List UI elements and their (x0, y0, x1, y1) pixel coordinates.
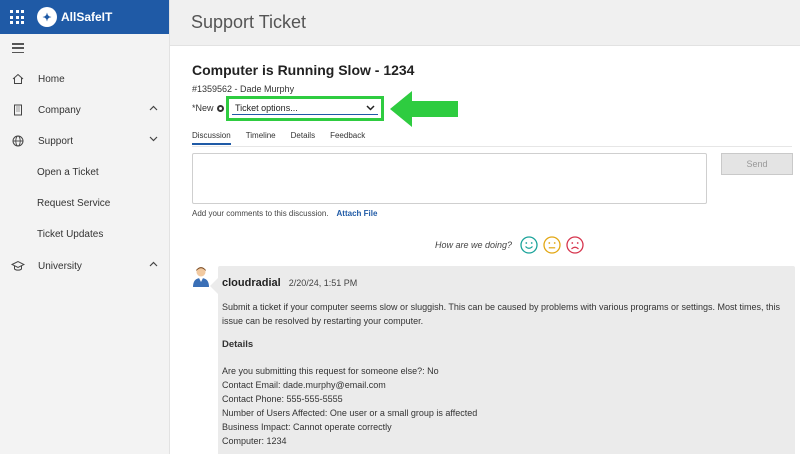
page-header: Support Ticket (170, 0, 800, 46)
detail-line: Computer: 1234 (222, 436, 287, 446)
comment-hint: Add your comments to this discussion. Att… (192, 209, 377, 218)
happy-face-icon[interactable] (520, 236, 538, 254)
sidebar-item-label: Request Service (37, 197, 111, 209)
detail-line: Business Impact: Cannot operate correctl… (222, 422, 392, 432)
sidebar-item-label: Open a Ticket (37, 166, 99, 178)
tab-feedback[interactable]: Feedback (330, 131, 365, 145)
message-author: cloudradial (222, 277, 281, 289)
brand-logo-icon: ✦ (37, 7, 57, 27)
brand-name[interactable]: AllSafeIT (61, 10, 112, 24)
graduation-cap-icon (11, 259, 25, 273)
sidebar-item-company[interactable]: Company (0, 96, 170, 124)
tab-details[interactable]: Details (291, 131, 315, 145)
feedback-prompt: How are we doing? (435, 240, 513, 250)
ticket-options-select[interactable]: Ticket options... (232, 101, 378, 115)
sidebar-item-label: University (38, 260, 82, 272)
ticket-status: *New (192, 100, 227, 116)
sidebar-item-university[interactable]: University (0, 252, 170, 280)
page-title: Support Ticket (191, 12, 307, 32)
tab-discussion[interactable]: Discussion (192, 131, 231, 145)
home-icon (11, 72, 25, 86)
send-button[interactable]: Send (721, 153, 793, 175)
ticket-meta: #1359562 - Dade Murphy (192, 84, 295, 94)
comment-input[interactable] (192, 153, 707, 204)
detail-line: Contact Email: dade.murphy@email.com (222, 380, 386, 390)
chevron-up-icon (149, 105, 158, 111)
message-details-title: Details (222, 339, 254, 350)
sidebar-item-request-service[interactable]: Request Service (0, 189, 170, 217)
globe-icon (11, 134, 25, 148)
message-body: Submit a ticket if your computer seems s… (222, 302, 781, 326)
message-card: cloudradial 2/20/24, 1:51 PM Submit a ti… (210, 266, 795, 454)
avatar (193, 267, 209, 287)
feedback-row: How are we doing? (435, 236, 584, 254)
status-label: *New (192, 103, 214, 113)
sidebar-item-label: Ticket Updates (37, 228, 104, 240)
app-launcher-icon[interactable] (10, 10, 24, 24)
ticket-options-placeholder: Ticket options... (235, 102, 298, 113)
main-content: Support Ticket Computer is Running Slow … (170, 0, 800, 454)
chevron-down-icon (149, 136, 158, 142)
sidebar-item-support[interactable]: Support (0, 127, 170, 155)
sidebar-item-label: Home (38, 73, 65, 85)
status-dot-icon (216, 104, 224, 112)
attach-file-link[interactable]: Attach File (337, 209, 378, 218)
ticket-title: Computer is Running Slow - 1234 (192, 62, 415, 78)
message-header: cloudradial 2/20/24, 1:51 PM (222, 277, 789, 289)
brand-bar: ✦ AllSafeIT (0, 0, 169, 34)
neutral-face-icon[interactable] (543, 236, 561, 254)
sad-face-icon[interactable] (566, 236, 584, 254)
detail-line: Contact Phone: 555-555-5555 (222, 394, 343, 404)
tabs-divider (192, 146, 792, 147)
sidebar-item-label: Company (38, 104, 81, 116)
sidebar-item-open-ticket[interactable]: Open a Ticket (0, 158, 170, 186)
message-date: 2/20/24, 1:51 PM (288, 278, 358, 288)
detail-line: Number of Users Affected: One user or a … (222, 408, 478, 418)
comment-hint-text: Add your comments to this discussion. (192, 209, 329, 218)
chevron-down-icon (366, 104, 375, 111)
menu-toggle-icon[interactable] (12, 43, 24, 53)
building-icon (11, 103, 25, 117)
sidebar-item-ticket-updates[interactable]: Ticket Updates (0, 220, 170, 248)
green-arrow-icon (390, 91, 458, 127)
sidebar-item-label: Support (38, 135, 74, 147)
sidebar: ✦ AllSafeIT Home Company Support Open a … (0, 0, 170, 454)
ticket-tabs: Discussion Timeline Details Feedback (192, 131, 380, 145)
tab-timeline[interactable]: Timeline (246, 131, 276, 145)
detail-line: Are you submitting this request for some… (222, 366, 439, 376)
sidebar-item-home[interactable]: Home (0, 65, 170, 93)
chevron-up-icon (149, 261, 158, 267)
